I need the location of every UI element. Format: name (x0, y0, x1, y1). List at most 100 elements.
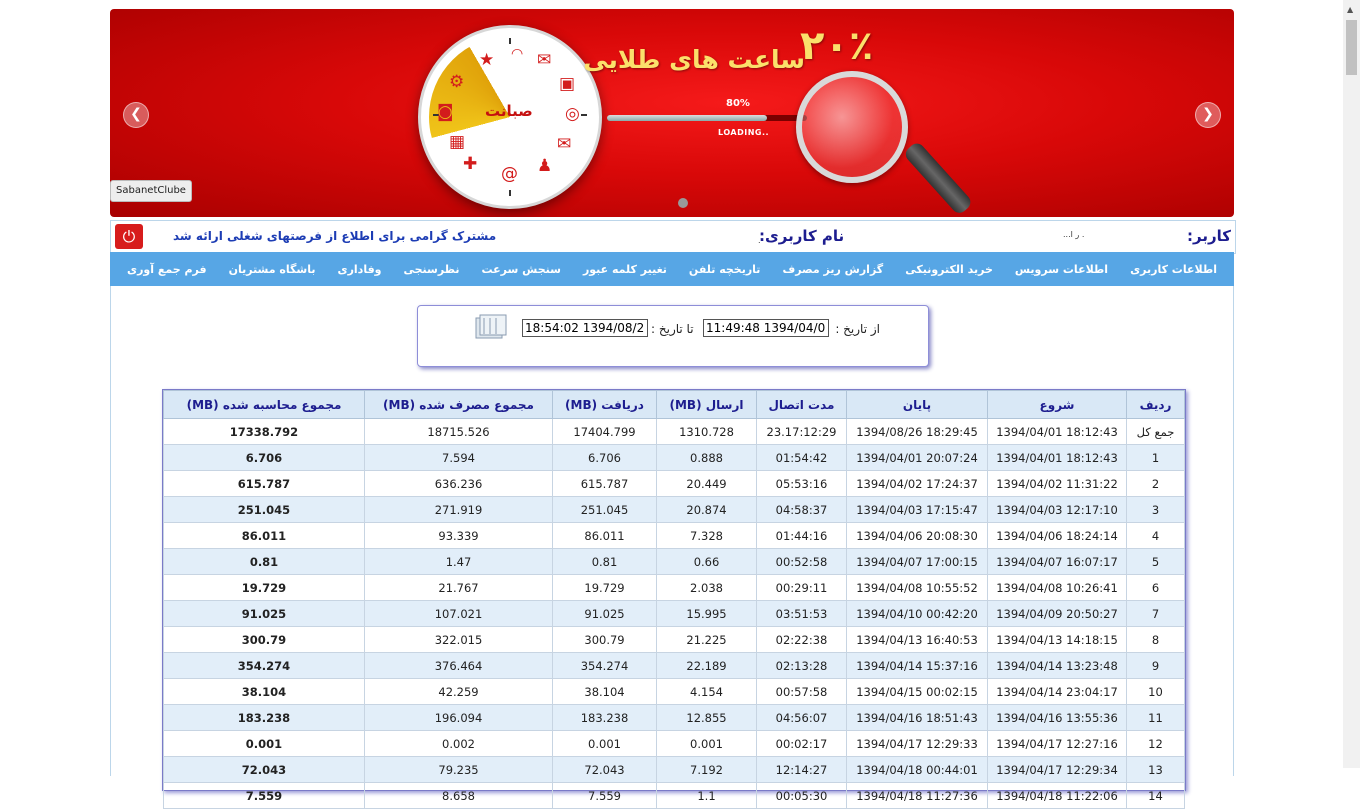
nav-item-10[interactable]: باشگاه مشتریان (229, 263, 316, 276)
table-cell: 16:07:17 1394/04/07 (987, 548, 1127, 575)
nav-item-1[interactable]: اطلاعات کاربری (1130, 263, 1217, 276)
table-cell: 02:13:28 (756, 652, 847, 679)
nav-item-3[interactable]: خرید الکترونیکی (905, 263, 993, 276)
table-cell: 02:22:38 (756, 626, 847, 653)
table-cell: 0.81 (163, 548, 365, 575)
table-cell: 21.225 (656, 626, 757, 653)
at-icon: @ (501, 164, 518, 184)
gift-icon: ▦ (449, 132, 466, 152)
clock-logo: صبانت (485, 102, 533, 120)
table-cell: 300.79 (163, 626, 365, 653)
table-cell: 271.919 (364, 496, 553, 523)
table-cell: 12 (1126, 730, 1185, 757)
table-cell: 04:56:07 (756, 704, 847, 731)
table-cell: 18:24:14 1394/04/06 (987, 522, 1127, 549)
page-container: ★ ◠ ✉ ⚙ ▣ ◙ ◎ ▦ ✉ ✚ @ ♟ صبانت ۲۰٪ ساعت ه… (110, 9, 1236, 809)
table-cell: 12:27:16 1394/04/17 (987, 730, 1127, 757)
table-cell: 00:02:15 1394/04/15 (846, 678, 988, 705)
from-date-label: از تاریخ : (835, 322, 880, 336)
nav-item-9[interactable]: وفاداری (337, 263, 381, 276)
table-cell: 2 (1126, 470, 1185, 497)
nav-item-5[interactable]: تاریخچه تلفن (689, 263, 761, 276)
slider-next-button[interactable]: ❯ (1195, 102, 1221, 128)
scroll-up-icon[interactable]: ▲ (1347, 5, 1353, 14)
promo-banner-slider[interactable]: ★ ◠ ✉ ⚙ ▣ ◙ ◎ ▦ ✉ ✚ @ ♟ صبانت ۲۰٪ ساعت ه… (110, 9, 1234, 217)
table-cell: 00:44:01 1394/04/18 (846, 756, 988, 783)
table-cell: 7.328 (656, 522, 757, 549)
job-notice-link[interactable]: مشترک گرامی برای اطلاع از فرصتهای شغلی ا… (173, 229, 496, 243)
table-cell: 3 (1126, 496, 1185, 523)
table-cell: 10:55:52 1394/04/08 (846, 574, 988, 601)
table-cell: 12:29:34 1394/04/17 (987, 756, 1127, 783)
rss-icon: ◠ (511, 46, 524, 62)
table-cell: 15.995 (656, 600, 757, 627)
table-cell: 00:29:11 (756, 574, 847, 601)
table-cell: 11 (1126, 704, 1185, 731)
table-cell: 18:12:43 1394/04/01 (987, 444, 1127, 471)
nav-item-4[interactable]: گزارش ریز مصرف (782, 263, 883, 276)
table-cell: 12.855 (656, 704, 757, 731)
logout-button[interactable]: ⏻ (115, 224, 143, 249)
table-cell: 22.189 (656, 652, 757, 679)
table-cell: 86.011 (163, 522, 365, 549)
table-cell: 5 (1126, 548, 1185, 575)
page-scrollbar[interactable]: ▲ (1343, 0, 1360, 768)
table-cell: 20.874 (656, 496, 757, 523)
gear-icon: ⚙ (449, 72, 465, 92)
table-cell: 0.002 (364, 730, 553, 757)
from-date-input[interactable] (703, 319, 829, 337)
table-cell: 0.001 (163, 730, 365, 757)
to-date-input[interactable] (522, 319, 648, 337)
table-cell: 1.47 (364, 548, 553, 575)
table-cell: 9 (1126, 652, 1185, 679)
table-cell: 04:58:37 (756, 496, 847, 523)
table-cell: 17338.792 (163, 418, 365, 445)
column-header: پایان (846, 390, 988, 419)
table-cell: 1310.728 (656, 418, 757, 445)
column-header: مجموع محاسبه شده (MB) (163, 390, 365, 419)
table-cell: 615.787 (552, 470, 657, 497)
nav-item-7[interactable]: سنجش سرعت (482, 263, 561, 276)
table-row: 6 10:26:41 1394/04/08 10:55:52 1394/04/08 0… (163, 574, 1185, 601)
table-cell: 107.021 (364, 600, 553, 627)
table-cell: 91.025 (163, 600, 365, 627)
table-cell: 15:37:16 1394/04/14 (846, 652, 988, 679)
scrollbar-thumb[interactable] (1346, 20, 1357, 75)
table-cell: 11:22:06 1394/04/18 (987, 782, 1127, 809)
table-cell: 42.259 (364, 678, 553, 705)
table-row: 7 20:50:27 1394/04/09 00:42:20 1394/04/10 0… (163, 600, 1185, 627)
slider-dot[interactable] (678, 198, 688, 208)
table-cell: 17404.799 (552, 418, 657, 445)
user-value: ...ر ا . (1063, 230, 1085, 239)
username-value: . (758, 236, 761, 245)
table-cell: 10:26:41 1394/04/08 (987, 574, 1127, 601)
table-cell: 354.274 (552, 652, 657, 679)
table-cell: 11:27:36 1394/04/18 (846, 782, 988, 809)
table-cell: 7.594 (364, 444, 553, 471)
column-header: ردیف (1126, 390, 1185, 419)
table-cell: 183.238 (552, 704, 657, 731)
table-cell: 91.025 (552, 600, 657, 627)
table-cell: 6.706 (552, 444, 657, 471)
table-cell: جمع کل (1126, 418, 1185, 445)
table-cell: 23:04:17 1394/04/14 (987, 678, 1127, 705)
date-filter-box: از تاریخ : تا تاریخ : (417, 305, 929, 367)
table-cell: 93.339 (364, 522, 553, 549)
slider-prev-button[interactable]: ❮ (123, 102, 149, 128)
club-tag[interactable]: SabanetClube (110, 180, 192, 202)
nav-item-6[interactable]: تغییر کلمه عبور (583, 263, 667, 276)
table-cell: 20.449 (656, 470, 757, 497)
table-cell: 0.001 (552, 730, 657, 757)
table-cell: 12:17:10 1394/04/03 (987, 496, 1127, 523)
table-cell: 11:31:22 1394/04/02 (987, 470, 1127, 497)
nav-item-11[interactable]: فرم جمع آوری (127, 263, 207, 276)
headline-text: ساعت های طلایی (583, 45, 805, 74)
table-cell: 251.045 (552, 496, 657, 523)
table-cell: 196.094 (364, 704, 553, 731)
books-icon[interactable] (474, 314, 508, 340)
table-cell: 79.235 (364, 756, 553, 783)
nav-item-2[interactable]: اطلاعات سرویس (1015, 263, 1108, 276)
table-cell: 14:18:15 1394/04/13 (987, 626, 1127, 653)
table-cell: 00:02:17 (756, 730, 847, 757)
nav-item-8[interactable]: نظرسنجی (403, 263, 459, 276)
